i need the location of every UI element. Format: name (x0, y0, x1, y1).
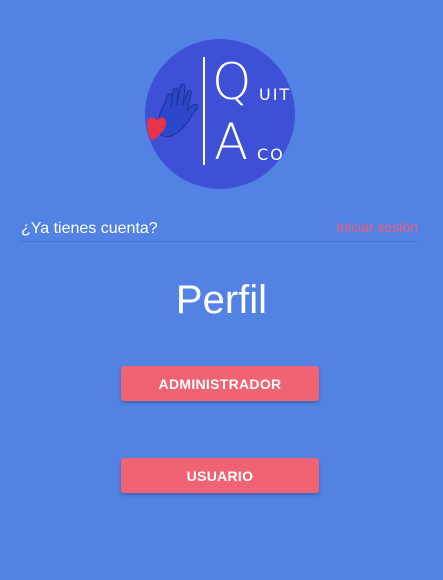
hand-icon (158, 83, 198, 138)
logo-letter-a: A (214, 113, 249, 171)
logo-divider (203, 57, 205, 165)
app-logo: Q UIT A CO (145, 39, 295, 189)
user-button[interactable]: USUARIO (121, 458, 319, 493)
account-row: ¿Ya tienes cuenta? Iniciar sesión (21, 219, 418, 242)
admin-button[interactable]: ADMINISTRADOR (121, 366, 319, 401)
logo-text-uit: UIT (259, 85, 292, 104)
logo-letter-q: Q (212, 53, 252, 111)
logo-text-co: CO (257, 145, 285, 164)
heart-icon (147, 117, 167, 141)
login-link[interactable]: Iniciar sesión (336, 219, 418, 235)
account-question: ¿Ya tienes cuenta? (21, 220, 158, 237)
page-title: Perfil (175, 278, 268, 322)
